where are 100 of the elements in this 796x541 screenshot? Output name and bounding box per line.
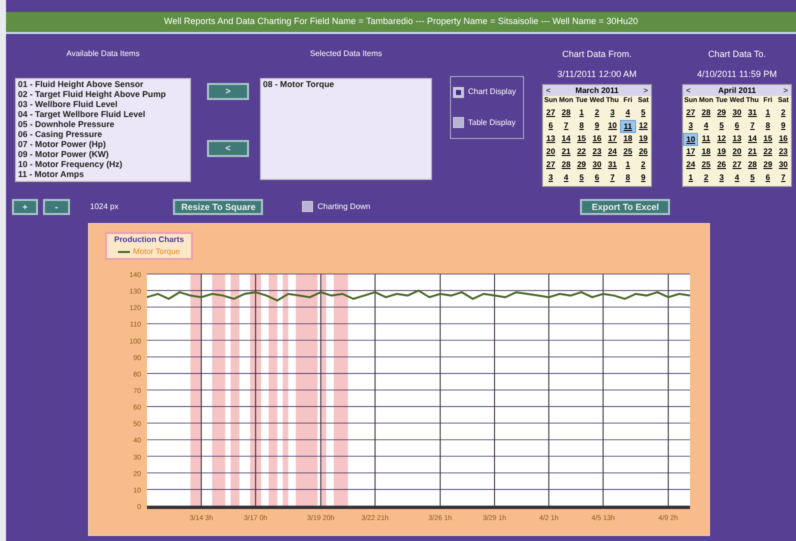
calendar-day[interactable]: 8: [760, 120, 776, 132]
calendar-day[interactable]: 26: [636, 146, 651, 158]
calendar-day[interactable]: 20: [729, 146, 745, 158]
calendar-day[interactable]: 29: [760, 158, 776, 172]
calendar-day[interactable]: 1: [683, 172, 698, 184]
list-item[interactable]: 03 - Wellbore Fluid Level: [18, 99, 188, 109]
calendar-day[interactable]: 7: [744, 120, 760, 132]
calendar-day[interactable]: 6: [729, 120, 745, 132]
calendar-day[interactable]: 16: [589, 132, 605, 146]
calendar-day[interactable]: 10: [683, 132, 698, 146]
calendar-day[interactable]: 7: [558, 120, 574, 132]
calendar-day[interactable]: 29: [574, 158, 590, 172]
calendar-day[interactable]: 6: [589, 172, 605, 184]
list-item[interactable]: 02 - Target Fluid Height Above Pump: [18, 89, 188, 99]
calendar-day[interactable]: 3: [543, 172, 558, 184]
calendar-day[interactable]: 17: [683, 146, 698, 158]
list-item[interactable]: 06 - Casing Pressure: [18, 129, 188, 139]
calendar-day[interactable]: 13: [729, 132, 745, 146]
checkbox[interactable]: [302, 201, 314, 212]
next-month-button[interactable]: >: [783, 86, 788, 94]
previous-month-button[interactable]: <: [546, 86, 551, 94]
list-item[interactable]: 01 - Fluid Height Above Sensor: [18, 79, 188, 89]
calendar-day[interactable]: 12: [714, 132, 730, 146]
add-button[interactable]: >: [207, 83, 249, 100]
list-item[interactable]: 08 - Motor Torque: [263, 79, 429, 89]
calendar-day[interactable]: 12: [636, 120, 651, 132]
calendar-day[interactable]: 23: [776, 146, 791, 158]
calendar-day[interactable]: 3: [604, 106, 620, 120]
list-item[interactable]: 05 - Downhole Pressure: [18, 119, 188, 129]
calendar-day[interactable]: 22: [574, 146, 590, 158]
calendar-day[interactable]: 23: [589, 146, 605, 158]
remove-button[interactable]: <: [207, 140, 249, 157]
calendar-day[interactable]: 8: [620, 172, 636, 184]
calendar-day[interactable]: 19: [714, 146, 730, 158]
calendar-day[interactable]: 6: [543, 120, 558, 132]
calendar-day[interactable]: 29: [714, 106, 730, 120]
checkbox[interactable]: [453, 86, 464, 98]
calendar-day[interactable]: 1: [760, 106, 776, 120]
checkbox[interactable]: [453, 117, 464, 128]
calendar-day[interactable]: 15: [574, 132, 590, 146]
calendar-day[interactable]: 22: [760, 146, 776, 158]
list-item[interactable]: 11 - Motor Amps: [18, 169, 188, 179]
previous-month-button[interactable]: <: [686, 86, 691, 94]
calendar-day[interactable]: 11: [620, 120, 636, 132]
export-button[interactable]: Export To Excel: [580, 198, 670, 214]
calendar-day[interactable]: 2: [636, 158, 651, 172]
calendar-day[interactable]: 7: [604, 172, 620, 184]
calendar-day[interactable]: 5: [714, 120, 730, 132]
calendar-day[interactable]: 30: [589, 158, 605, 172]
calendar-day[interactable]: 2: [776, 106, 791, 120]
calendar-day[interactable]: 13: [543, 132, 558, 146]
calendar-day[interactable]: 27: [683, 106, 698, 120]
calendar-day[interactable]: 18: [698, 146, 714, 158]
calendar-day[interactable]: 7: [776, 172, 791, 184]
calendar-day[interactable]: 25: [620, 146, 636, 158]
calendar-day[interactable]: 17: [604, 132, 620, 146]
calendar-day[interactable]: 11: [698, 132, 714, 146]
calendar-day[interactable]: 4: [729, 172, 745, 184]
calendar-day[interactable]: 1: [574, 106, 590, 120]
calendar-day[interactable]: 25: [698, 158, 714, 172]
calendar-day[interactable]: 9: [589, 120, 605, 132]
calendar-day[interactable]: 4: [558, 172, 574, 184]
calendar-day[interactable]: 28: [558, 106, 574, 120]
calendar-day[interactable]: 2: [589, 106, 605, 120]
calendar-day[interactable]: 19: [636, 132, 651, 146]
calendar-day[interactable]: 9: [776, 120, 791, 132]
zoom-in-button[interactable]: +: [12, 198, 38, 214]
calendar-day[interactable]: 4: [698, 120, 714, 132]
calendar-day[interactable]: 10: [604, 120, 620, 132]
available-items-list[interactable]: [15, 78, 191, 182]
calendar-day[interactable]: 20: [543, 146, 558, 158]
calendar-day[interactable]: 4: [620, 106, 636, 120]
calendar-day[interactable]: 14: [744, 132, 760, 146]
calendar-day[interactable]: 1: [620, 158, 636, 172]
calendar-day[interactable]: 28: [558, 158, 574, 172]
calendar-day[interactable]: 3: [683, 120, 698, 132]
calendar-day[interactable]: 15: [760, 132, 776, 146]
calendar-day[interactable]: 28: [744, 158, 760, 172]
calendar-day[interactable]: 5: [636, 106, 651, 120]
calendar-day[interactable]: 16: [776, 132, 791, 146]
calendar-day[interactable]: 8: [574, 120, 590, 132]
calendar-day[interactable]: 3: [714, 172, 730, 184]
resize-button[interactable]: Resize To Square: [173, 198, 264, 214]
list-item[interactable]: 09 - Motor Power (KW): [18, 149, 188, 159]
calendar-day[interactable]: 31: [744, 106, 760, 120]
calendar-day[interactable]: 9: [636, 172, 651, 184]
calendar-day[interactable]: 30: [776, 158, 791, 172]
calendar-day[interactable]: 24: [683, 158, 698, 172]
calendar-day[interactable]: 28: [698, 106, 714, 120]
calendar-day[interactable]: 5: [744, 172, 760, 184]
calendar-day[interactable]: 30: [729, 106, 745, 120]
calendar-day[interactable]: 27: [543, 158, 558, 172]
calendar-day[interactable]: 26: [714, 158, 730, 172]
zoom-out-button[interactable]: -: [43, 198, 70, 214]
calendar-day[interactable]: 21: [744, 146, 760, 158]
calendar-day[interactable]: 18: [620, 132, 636, 146]
calendar-day[interactable]: 31: [604, 158, 620, 172]
list-item[interactable]: 10 - Motor Frequency (Hz): [18, 159, 188, 169]
selected-items-list[interactable]: 08 - Motor Torque: [260, 78, 432, 180]
calendar-day[interactable]: 14: [558, 132, 574, 146]
